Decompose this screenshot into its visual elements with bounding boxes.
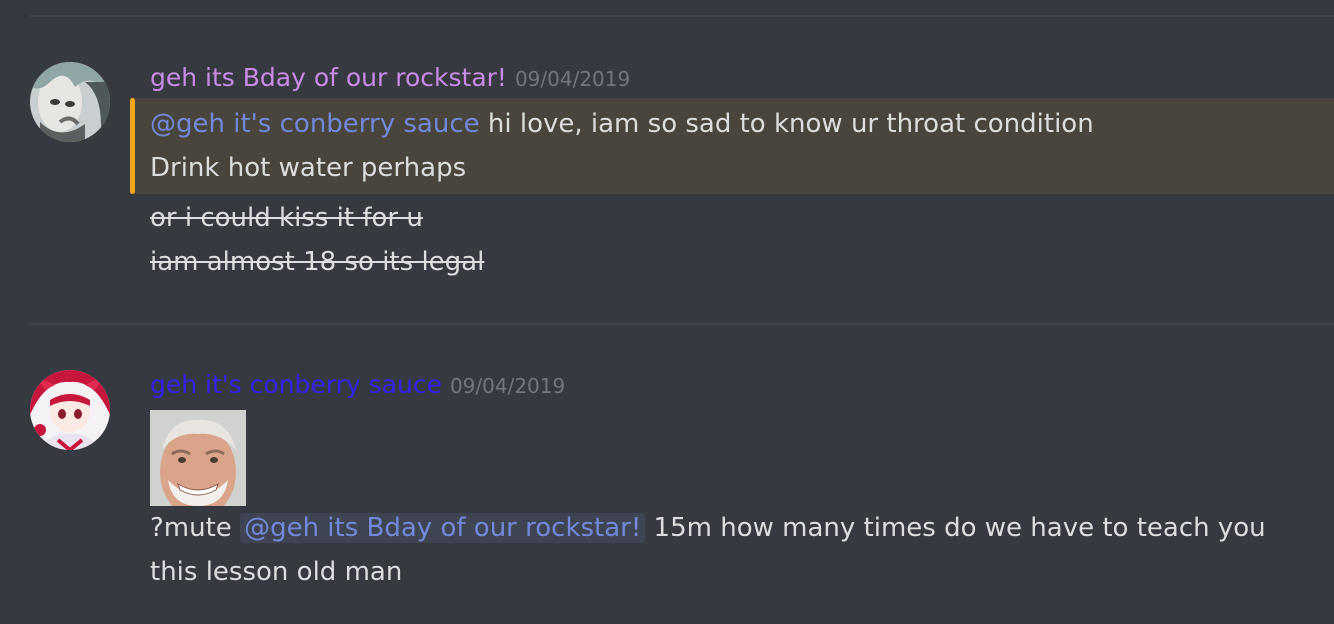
user-mention[interactable]: @geh it's conberry sauce — [150, 109, 480, 139]
message-divider — [30, 323, 1334, 325]
message-divider — [30, 15, 1334, 17]
message-header: geh its Bday of our rockstar! 09/04/2019 — [150, 63, 630, 92]
username[interactable]: geh its Bday of our rockstar! — [150, 63, 507, 92]
message-line: ?mute @geh its Bday of our rockstar! 15m… — [150, 508, 1266, 548]
mention-highlight-bar — [130, 98, 135, 194]
mute-command: ?mute — [150, 513, 241, 543]
message-line: Drink hot water perhaps — [150, 153, 467, 183]
avatar[interactable] — [30, 62, 110, 142]
old-man-meme-image[interactable] — [150, 410, 246, 506]
message-text: 15m how many times do we have to teach y… — [645, 513, 1266, 543]
timestamp: 09/04/2019 — [514, 67, 631, 91]
timestamp: 09/04/2019 — [449, 374, 566, 398]
message-line: @geh it's conberry sauce hi love, iam so… — [150, 104, 1094, 144]
user-mention[interactable]: @geh its Bday of our rockstar! — [240, 513, 646, 543]
strikethrough-line: or i could kiss it for u — [150, 203, 423, 233]
message-text: hi love, iam so sad to know ur throat co… — [479, 109, 1094, 139]
message-header: geh it's conberry sauce 09/04/2019 — [150, 370, 565, 399]
message-line: this lesson old man — [150, 557, 403, 587]
avatar[interactable] — [30, 370, 110, 450]
strikethrough-line: iam almost 18 so its legal — [150, 247, 485, 277]
username[interactable]: geh it's conberry sauce — [150, 370, 442, 399]
